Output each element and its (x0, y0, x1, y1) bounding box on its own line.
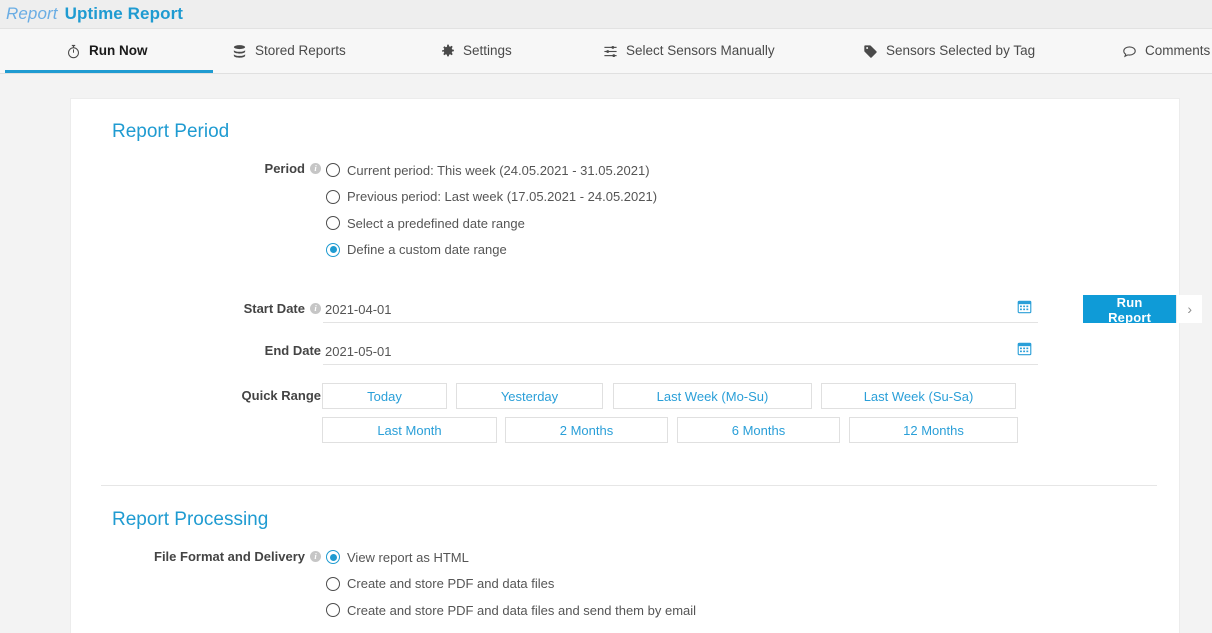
quick-range-today-button[interactable]: Today (322, 383, 447, 409)
quick-range-yesterday-button[interactable]: Yesterday (456, 383, 603, 409)
quick-range-row-1: Today Yesterday Last Week (Mo-Su) Last W… (322, 383, 1018, 409)
comment-icon (1122, 44, 1137, 59)
calendar-icon[interactable] (1017, 299, 1032, 314)
radio-indicator[interactable] (326, 243, 340, 257)
file-format-and-delivery-label: File Format and Delivery i (121, 549, 321, 564)
start-date-input[interactable] (323, 297, 983, 321)
file-format-option-pdf[interactable]: Create and store PDF and data files (326, 571, 696, 598)
info-icon[interactable]: i (310, 303, 321, 314)
radio-indicator[interactable] (326, 577, 340, 591)
run-report-options-chevron-icon[interactable]: › (1176, 295, 1202, 323)
period-option-previous-label: Previous period: Last week (17.05.2021 -… (347, 189, 657, 204)
tab-select-sensors-manually[interactable]: Select Sensors Manually (593, 29, 785, 73)
calendar-icon[interactable] (1017, 341, 1032, 356)
tab-sensors-selected-by-tag[interactable]: Sensors Selected by Tag (853, 29, 1045, 73)
end-date-label-text: End Date (265, 343, 321, 358)
tag-icon (863, 44, 878, 59)
quick-range-last-month-button[interactable]: Last Month (322, 417, 497, 443)
file-format-option-pdf-email[interactable]: Create and store PDF and data files and … (326, 597, 696, 624)
radio-indicator[interactable] (326, 190, 340, 204)
run-report-button[interactable]: Run Report (1083, 295, 1176, 323)
report-settings-card: Report Period Periodi Current period: Th… (70, 98, 1180, 633)
period-option-predefined-label: Select a predefined date range (347, 216, 525, 231)
period-option-previous[interactable]: Previous period: Last week (17.05.2021 -… (326, 184, 657, 211)
file-format-radio-group: View report as HTML Create and store PDF… (326, 544, 696, 624)
period-option-current[interactable]: Current period: This week (24.05.2021 - … (326, 157, 657, 184)
radio-indicator[interactable] (326, 216, 340, 230)
stopwatch-icon (66, 44, 81, 59)
quick-range-6-months-button[interactable]: 6 Months (677, 417, 840, 443)
file-format-option-pdf-label: Create and store PDF and data files (347, 576, 554, 591)
file-format-option-html[interactable]: View report as HTML (326, 544, 696, 571)
quick-range-label: Quick Range (181, 388, 321, 403)
tab-comments-label: Comments (1145, 44, 1210, 58)
tab-select-sensors-label: Select Sensors Manually (626, 44, 775, 58)
quick-range-2-months-button[interactable]: 2 Months (505, 417, 668, 443)
titlebar: Report Uptime Report (0, 0, 1212, 29)
period-label-text: Period (265, 161, 305, 176)
start-date-label: Start Date i (181, 301, 321, 316)
file-format-option-pdf-email-label: Create and store PDF and data files and … (347, 603, 696, 618)
page-title: Uptime Report (65, 4, 183, 24)
tab-sensors-tag-label: Sensors Selected by Tag (886, 44, 1035, 58)
quick-range-12-months-button[interactable]: 12 Months (849, 417, 1018, 443)
start-date-field (323, 297, 1038, 323)
tab-stored-reports-label: Stored Reports (255, 44, 346, 58)
quick-range-last-week-su-sa-button[interactable]: Last Week (Su-Sa) (821, 383, 1016, 409)
database-icon (232, 44, 247, 59)
radio-indicator[interactable] (326, 603, 340, 617)
end-date-field (323, 339, 1038, 365)
report-processing-section-title: Report Processing (112, 509, 268, 531)
tabbar: Run Now Stored Reports Settings (0, 29, 1212, 74)
report-period-section-title: Report Period (112, 121, 229, 143)
file-format-option-html-label: View report as HTML (347, 550, 469, 565)
radio-indicator[interactable] (326, 163, 340, 177)
period-radio-group: Current period: This week (24.05.2021 - … (326, 157, 657, 263)
run-report-button-group: Run Report › (1083, 295, 1202, 323)
period-option-current-label: Current period: This week (24.05.2021 - … (347, 163, 650, 178)
quick-range-button-grid: Today Yesterday Last Week (Mo-Su) Last W… (322, 383, 1018, 443)
sliders-icon (603, 44, 618, 59)
file-format-label-text: File Format and Delivery (154, 549, 305, 564)
end-date-input[interactable] (323, 339, 983, 363)
title-prefix: Report (6, 4, 58, 24)
section-divider (101, 485, 1157, 486)
period-option-predefined[interactable]: Select a predefined date range (326, 210, 657, 237)
info-icon[interactable]: i (310, 551, 321, 562)
end-date-label: End Date (181, 343, 321, 358)
tab-settings-label: Settings (463, 44, 512, 58)
period-option-custom[interactable]: Define a custom date range (326, 237, 657, 264)
period-label: Periodi (181, 161, 321, 176)
radio-indicator[interactable] (326, 550, 340, 564)
tab-stored-reports[interactable]: Stored Reports (222, 29, 356, 73)
period-option-custom-label: Define a custom date range (347, 242, 507, 257)
start-date-label-text: Start Date (244, 301, 305, 316)
info-icon[interactable]: i (310, 163, 321, 174)
quick-range-row-2: Last Month 2 Months 6 Months 12 Months (322, 417, 1018, 443)
tab-run-now-label: Run Now (89, 44, 148, 58)
gear-icon (440, 44, 455, 59)
quick-range-last-week-mo-su-button[interactable]: Last Week (Mo-Su) (613, 383, 812, 409)
tab-run-now[interactable]: Run Now (56, 29, 158, 73)
quick-range-label-text: Quick Range (242, 388, 321, 403)
tab-settings[interactable]: Settings (430, 29, 522, 73)
tab-comments[interactable]: Comments (1112, 29, 1212, 73)
